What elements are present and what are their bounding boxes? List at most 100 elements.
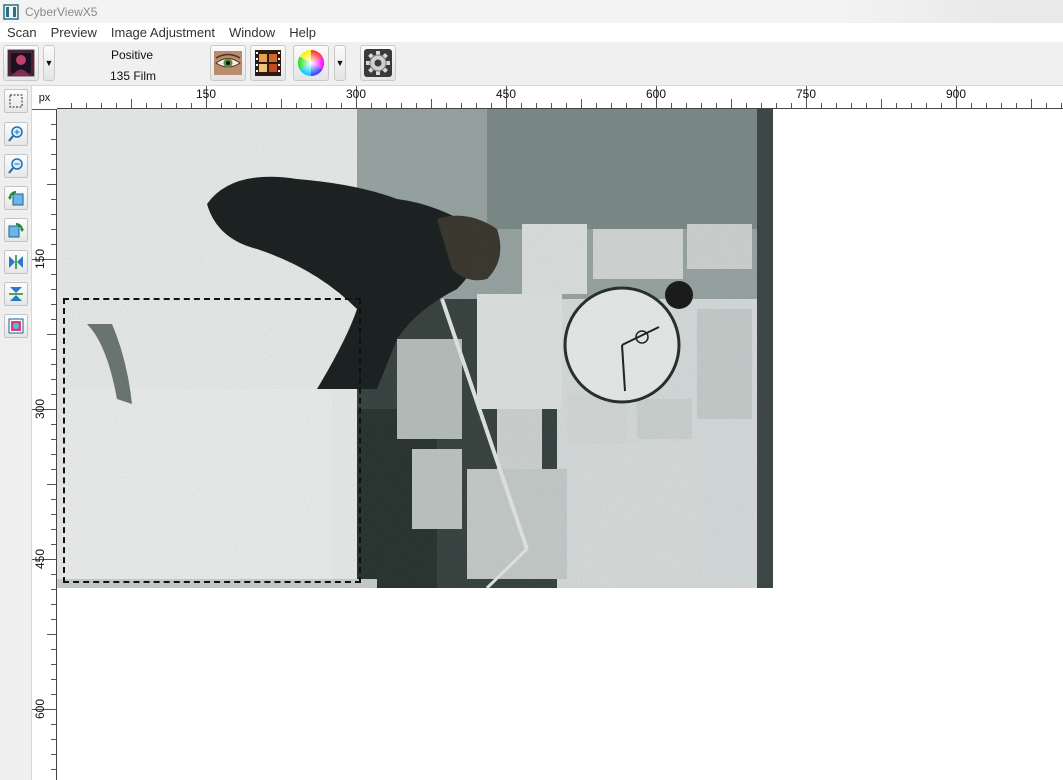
menu-help[interactable]: Help — [282, 23, 323, 42]
ruler-tick — [926, 103, 927, 108]
ruler-label-150: 150 — [195, 87, 217, 101]
ruler-tick — [776, 103, 777, 108]
ruler-tick — [47, 184, 56, 185]
ruler-tick — [221, 103, 222, 108]
crop-selection-box[interactable] — [63, 298, 361, 583]
ruler-tick — [51, 739, 56, 740]
ruler-tick — [326, 103, 327, 108]
title-bar-shade — [843, 0, 1063, 23]
ruler-tick — [176, 103, 177, 108]
ruler-tick — [476, 103, 477, 108]
menu-preview[interactable]: Preview — [44, 23, 104, 42]
ruler-tick — [51, 364, 56, 365]
ruler-tick — [536, 103, 537, 108]
gear-icon — [364, 49, 392, 77]
ruler-tick — [881, 99, 882, 108]
ruler-tick — [836, 103, 837, 108]
ruler-tick — [626, 103, 627, 108]
marquee-select-button[interactable] — [4, 89, 28, 113]
flip-vertical-icon — [9, 287, 23, 301]
ruler-tick — [746, 103, 747, 108]
ruler-tick — [51, 679, 56, 680]
ruler-tick — [971, 103, 972, 108]
rotate-right-button[interactable] — [4, 218, 28, 242]
ruler-tick — [1001, 103, 1002, 108]
ruler-label-v-300: 300 — [33, 398, 47, 420]
ruler-tick — [1061, 103, 1062, 108]
vertical-ruler: 150 300 450 600 — [32, 109, 57, 780]
ruler-tick — [581, 99, 582, 108]
ruler-tick — [896, 103, 897, 108]
ruler-tick — [51, 604, 56, 605]
color-dropdown-button[interactable]: ▼ — [334, 45, 346, 81]
ruler-tick — [671, 103, 672, 108]
ruler-tick — [266, 103, 267, 108]
ruler-tick — [51, 214, 56, 215]
ruler-tick — [761, 103, 762, 108]
settings-button[interactable] — [360, 45, 396, 81]
flip-horizontal-icon — [9, 255, 23, 269]
ruler-tick — [51, 754, 56, 755]
fit-image-button[interactable] — [4, 314, 28, 338]
ruler-tick — [296, 103, 297, 108]
menu-image-adjustment[interactable]: Image Adjustment — [104, 23, 222, 42]
ruler-tick — [821, 103, 822, 108]
ruler-tick — [686, 103, 687, 108]
ruler-tick — [416, 103, 417, 108]
ruler-tick — [701, 103, 702, 108]
preview-dropdown-button[interactable]: ▼ — [43, 45, 55, 81]
ruler-label-750: 750 — [795, 87, 817, 101]
ruler-tick — [1016, 103, 1017, 108]
zoom-out-button[interactable] — [4, 154, 28, 178]
ruler-tick — [521, 103, 522, 108]
ruler-tick — [51, 589, 56, 590]
ruler-tick — [941, 103, 942, 108]
ruler-unit-label[interactable]: px — [32, 86, 57, 109]
flip-horizontal-button[interactable] — [4, 250, 28, 274]
rotate-left-button[interactable] — [4, 186, 28, 210]
zoom-in-button[interactable] — [4, 122, 28, 146]
ruler-tick — [251, 103, 252, 108]
zoom-out-icon — [8, 158, 23, 174]
preview-canvas[interactable] — [57, 109, 1063, 780]
tool-palette — [0, 86, 32, 780]
view-button[interactable] — [210, 45, 246, 81]
ruler-label-900: 900 — [945, 87, 967, 101]
ruler-tick — [386, 103, 387, 108]
horizontal-ruler: 150 300 450 600 750 900 — [57, 86, 1063, 109]
menu-window[interactable]: Window — [222, 23, 282, 42]
ruler-tick — [51, 289, 56, 290]
ruler-tick — [101, 103, 102, 108]
color-adjust-button[interactable] — [293, 45, 329, 81]
ruler-tick — [47, 634, 56, 635]
ruler-tick — [131, 99, 132, 108]
ruler-tick — [641, 103, 642, 108]
ruler-tick — [236, 103, 237, 108]
color-wheel-icon — [297, 49, 325, 77]
flip-vertical-button[interactable] — [4, 282, 28, 306]
ruler-tick — [116, 103, 117, 108]
ruler-tick — [51, 139, 56, 140]
ruler-tick — [51, 349, 56, 350]
title-bar: CyberViewX5 — [0, 0, 1063, 23]
ruler-tick — [986, 103, 987, 108]
ruler-label-v-600: 600 — [33, 698, 47, 720]
ruler-label-300: 300 — [345, 87, 367, 101]
marquee-select-icon — [9, 94, 23, 108]
menu-scan[interactable]: Scan — [0, 23, 44, 42]
ruler-tick — [51, 274, 56, 275]
ruler-tick — [566, 103, 567, 108]
ruler-tick — [51, 529, 56, 530]
film-holder-button[interactable] — [250, 45, 286, 81]
ruler-tick — [1031, 99, 1032, 108]
ruler-label-600: 600 — [645, 87, 667, 101]
ruler-tick — [461, 103, 462, 108]
preview-thumbnail-button[interactable] — [3, 45, 39, 81]
ruler-tick — [51, 394, 56, 395]
ruler-label-v-150: 150 — [33, 248, 47, 270]
ruler-tick — [791, 103, 792, 108]
ruler-tick — [716, 103, 717, 108]
ruler-tick — [161, 103, 162, 108]
ruler-tick — [51, 304, 56, 305]
ruler-tick — [51, 664, 56, 665]
